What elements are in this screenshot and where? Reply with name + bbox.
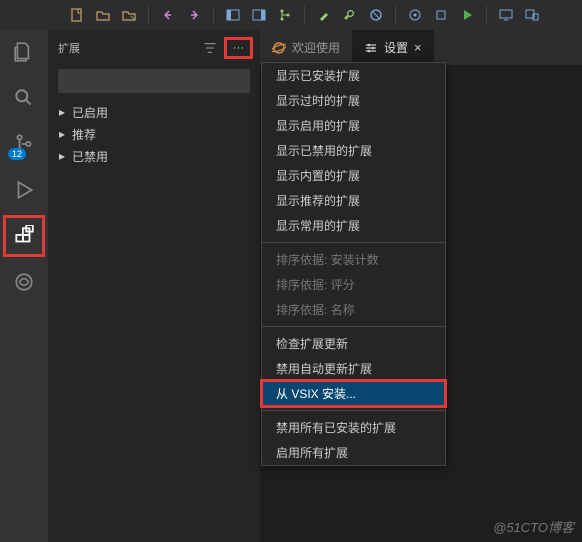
- planet-icon: [272, 41, 286, 55]
- menu-item-1-2: 排序依据: 名称: [262, 297, 445, 322]
- settings-icon: [364, 41, 378, 55]
- extensions-context-menu: 显示已安装扩展显示过时的扩展显示启用的扩展显示已禁用的扩展显示内置的扩展显示推荐…: [261, 62, 446, 466]
- menu-item-2-2[interactable]: 从 VSIX 安装...: [262, 381, 445, 406]
- monitor-button[interactable]: [497, 6, 515, 24]
- menu-item-0-5[interactable]: 显示推荐的扩展: [262, 188, 445, 213]
- close-icon[interactable]: ×: [414, 40, 422, 55]
- tab-1[interactable]: 设置 ×: [352, 30, 434, 65]
- chevron-right-icon: ▸: [56, 105, 68, 119]
- layout-right-button[interactable]: [250, 6, 268, 24]
- new-file-button[interactable]: [68, 6, 86, 24]
- more-actions-button[interactable]: ···: [227, 40, 250, 56]
- menu-item-0-4[interactable]: 显示内置的扩展: [262, 163, 445, 188]
- menu-item-2-0[interactable]: 检查扩展更新: [262, 331, 445, 356]
- section-label: 已启用: [72, 104, 108, 121]
- filter-icon[interactable]: [203, 41, 217, 55]
- menu-item-3-0[interactable]: 禁用所有已安装的扩展: [262, 415, 445, 440]
- sidebar-title: 扩展: [58, 40, 80, 56]
- open-folder-button[interactable]: [94, 6, 112, 24]
- menu-item-3-1[interactable]: 启用所有扩展: [262, 440, 445, 465]
- tab-label: 欢迎使用: [292, 39, 340, 56]
- play-button[interactable]: [458, 6, 476, 24]
- devices-button[interactable]: [523, 6, 541, 24]
- tab-0[interactable]: 欢迎使用: [260, 30, 352, 65]
- extension-search-input[interactable]: [58, 69, 250, 93]
- square-button[interactable]: [432, 6, 450, 24]
- extensions-icon[interactable]: [10, 222, 38, 250]
- menu-item-0-0[interactable]: 显示已安装扩展: [262, 63, 445, 88]
- open-file-button[interactable]: [120, 6, 138, 24]
- search-icon[interactable]: [10, 84, 38, 112]
- tab-label: 设置: [384, 39, 408, 56]
- brush-button[interactable]: [315, 6, 333, 24]
- layout-left-button[interactable]: [224, 6, 242, 24]
- files-icon[interactable]: [10, 38, 38, 66]
- target-button[interactable]: [406, 6, 424, 24]
- section-1[interactable]: ▸ 推荐: [48, 123, 260, 145]
- source-control-icon[interactable]: 12: [10, 130, 38, 158]
- menu-item-2-1[interactable]: 禁用自动更新扩展: [262, 356, 445, 381]
- circle-icon[interactable]: [10, 268, 38, 296]
- section-label: 推荐: [72, 126, 96, 143]
- cancel-button[interactable]: [367, 6, 385, 24]
- section-2[interactable]: ▸ 已禁用: [48, 145, 260, 167]
- menu-item-0-2[interactable]: 显示启用的扩展: [262, 113, 445, 138]
- menu-item-1-1: 排序依据: 评分: [262, 272, 445, 297]
- badge: 12: [8, 148, 26, 160]
- chevron-right-icon: ▸: [56, 149, 68, 163]
- menu-item-0-1[interactable]: 显示过时的扩展: [262, 88, 445, 113]
- debug-icon[interactable]: [10, 176, 38, 204]
- section-label: 已禁用: [72, 148, 108, 165]
- menu-item-1-0: 排序依据: 安装计数: [262, 247, 445, 272]
- chevron-right-icon: ▸: [56, 127, 68, 141]
- git-branch-button[interactable]: [276, 6, 294, 24]
- wrench-button[interactable]: [341, 6, 359, 24]
- undo-button[interactable]: [159, 6, 177, 24]
- menu-item-0-6[interactable]: 显示常用的扩展: [262, 213, 445, 238]
- section-0[interactable]: ▸ 已启用: [48, 101, 260, 123]
- menu-item-0-3[interactable]: 显示已禁用的扩展: [262, 138, 445, 163]
- watermark: @51CTO博客: [493, 517, 574, 536]
- redo-button[interactable]: [185, 6, 203, 24]
